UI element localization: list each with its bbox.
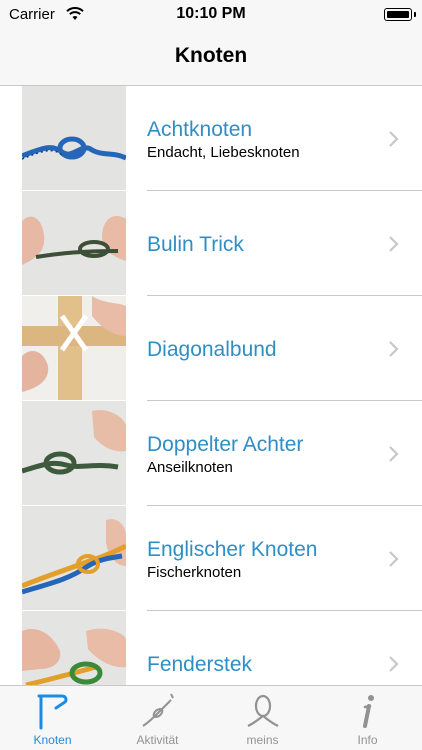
knot-title: Bulin Trick — [147, 233, 244, 256]
knot-title: Fenderstek — [147, 653, 253, 676]
knot-title: Achtknoten — [147, 118, 253, 141]
knot-title: Diagonalbund — [147, 338, 277, 361]
list-item[interactable]: Englischer Knoten Fischerknoten — [0, 506, 422, 611]
knot-thumbnail — [22, 86, 126, 190]
knot-subtitle: Endacht, Liebesknoten — [147, 144, 300, 161]
knot-thumbnail — [22, 611, 126, 685]
knot-thumbnail — [22, 401, 126, 505]
status-bar: Carrier 10:10 PM — [0, 0, 422, 30]
battery-icon — [384, 8, 416, 21]
tab-label: Knoten — [33, 733, 72, 747]
tab-bar: Knoten Aktivität meins Info — [0, 685, 422, 750]
navigation-bar: Knoten — [0, 30, 422, 86]
knot-thumbnail — [22, 506, 126, 610]
list-item[interactable]: Fenderstek — [0, 611, 422, 685]
knot-title: Doppelter Achter — [147, 433, 304, 456]
chevron-right-icon — [389, 131, 399, 147]
chevron-right-icon — [389, 236, 399, 252]
list-item[interactable]: Diagonalbund — [0, 296, 422, 401]
knot-list: Achtknoten Endacht, Liebesknoten Bulin T… — [0, 86, 422, 685]
knot-thumbnail — [22, 191, 126, 295]
list-item[interactable]: Achtknoten Endacht, Liebesknoten — [0, 86, 422, 191]
loop-icon — [247, 694, 279, 727]
page-title: Knoten — [174, 44, 248, 67]
clock: 10:10 PM — [176, 5, 246, 22]
tab-label: meins — [246, 733, 279, 747]
chevron-right-icon — [389, 656, 399, 672]
list-item[interactable]: Bulin Trick — [0, 191, 422, 296]
knot-subtitle: Anseilknoten — [147, 459, 233, 476]
knot-icon — [37, 694, 68, 730]
tab-meins[interactable]: meins — [210, 686, 315, 750]
tab-knoten[interactable]: Knoten — [0, 686, 105, 750]
chevron-right-icon — [389, 446, 399, 462]
chevron-right-icon — [389, 341, 399, 357]
knot-subtitle: Fischerknoten — [147, 564, 242, 581]
tab-label: Aktivität — [136, 733, 179, 747]
knot-thumbnail — [22, 296, 126, 400]
tab-info[interactable]: Info — [315, 686, 420, 750]
tab-aktivitaet[interactable]: Aktivität — [105, 686, 210, 750]
list-item[interactable]: Doppelter Achter Anseilknoten — [0, 401, 422, 506]
knot-title: Englischer Knoten — [147, 538, 318, 561]
rope-icon — [142, 693, 174, 727]
info-icon — [363, 695, 374, 728]
chevron-right-icon — [389, 551, 399, 567]
tab-label: Info — [357, 733, 378, 747]
